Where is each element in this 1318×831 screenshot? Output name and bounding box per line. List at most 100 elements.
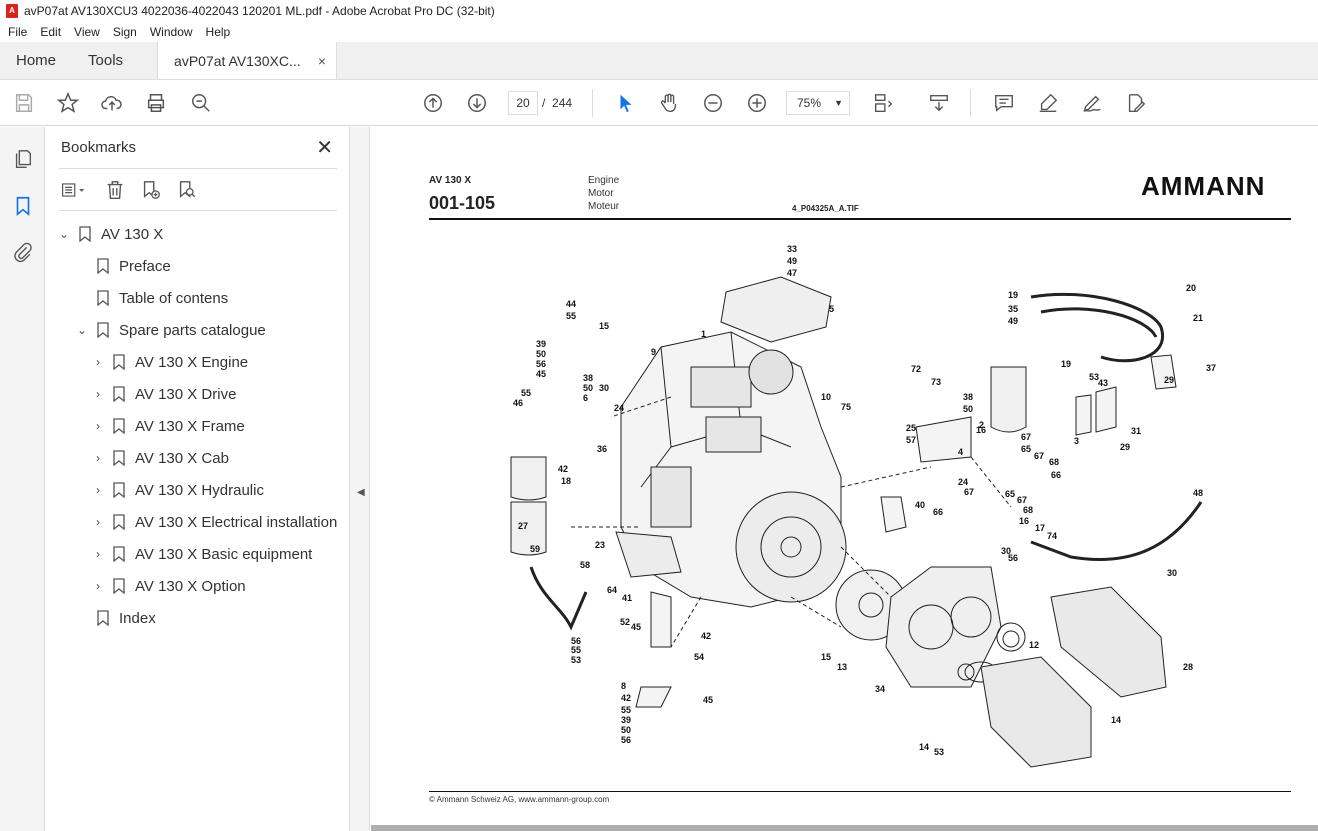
bookmark-label: Preface [119, 257, 171, 275]
menu-window[interactable]: Window [150, 25, 193, 39]
bookmark-item[interactable]: ⌄ AV 130 X [57, 222, 163, 246]
zoom-out-icon[interactable] [701, 91, 725, 115]
bookmark-icon [113, 482, 125, 498]
part-callout: 25 [906, 423, 916, 433]
part-callout: 6 [583, 393, 588, 403]
previous-page-icon[interactable] [421, 91, 445, 115]
find-bookmark-icon[interactable] [174, 178, 200, 202]
print-icon[interactable] [144, 91, 168, 115]
bookmark-label: Index [119, 609, 156, 627]
part-callout: 30 [599, 383, 609, 393]
chevron-right-icon[interactable]: › [91, 355, 105, 369]
part-callout: 38 [583, 373, 593, 383]
zoom-in-icon[interactable] [745, 91, 769, 115]
options-menu-icon[interactable] [60, 178, 86, 202]
new-bookmark-icon[interactable] [138, 178, 164, 202]
comment-icon[interactable] [992, 91, 1016, 115]
bookmark-item[interactable]: › AV 130 X Option [91, 574, 246, 598]
close-icon[interactable]: ✕ [316, 135, 333, 160]
part-callout: 33 [787, 244, 797, 254]
page-number-input[interactable]: 20 [508, 91, 538, 115]
panel-splitter[interactable]: ◀ [350, 127, 370, 831]
search-zoom-icon[interactable] [189, 91, 213, 115]
bookmark-item[interactable]: › AV 130 X Cab [91, 446, 229, 470]
hand-tool-icon[interactable] [657, 91, 681, 115]
navigation-rail [0, 127, 45, 831]
part-callout: 67 [1017, 495, 1027, 505]
pdf-page: AV 130 X 001-105 Engine Motor Moteur 4_P… [371, 127, 1318, 825]
star-icon[interactable] [56, 91, 80, 115]
part-callout: 10 [821, 392, 831, 402]
upload-cloud-icon[interactable] [100, 91, 124, 115]
chevron-right-icon[interactable]: › [91, 451, 105, 465]
scroll-mode-icon[interactable] [927, 91, 951, 115]
chevron-right-icon[interactable]: › [91, 547, 105, 561]
bookmark-item[interactable]: Table of contens [75, 286, 228, 310]
part-callout: 14 [919, 742, 929, 752]
menu-sign[interactable]: Sign [113, 25, 137, 39]
divider [59, 210, 337, 211]
tab-home[interactable]: Home [0, 42, 72, 79]
part-callout: 67 [964, 487, 974, 497]
page-layout-icon[interactable] [871, 91, 895, 115]
chevron-down-icon: ▼ [834, 98, 843, 108]
bookmarks-panel: Bookmarks ✕ ⌄ AV 130 X Preface Table of con… [45, 127, 350, 831]
bookmark-item[interactable]: › AV 130 X Drive [91, 382, 236, 406]
part-callout: 39 [621, 715, 631, 725]
bookmark-item[interactable]: › AV 130 X Engine [91, 350, 248, 374]
draw-sign-icon[interactable] [1080, 91, 1104, 115]
main-toolbar [0, 80, 1318, 126]
part-callout: 34 [875, 684, 885, 694]
bookmark-item[interactable]: › AV 130 X Basic equipment [91, 542, 312, 566]
part-callout: 50 [583, 383, 593, 393]
zoom-select[interactable]: 75% ▼ [786, 91, 850, 115]
bookmark-item[interactable]: ⌄ Spare parts catalogue [75, 318, 266, 342]
part-callout: 74 [1047, 531, 1057, 541]
bookmark-item[interactable]: › AV 130 X Electrical installation [91, 510, 337, 534]
next-page-icon[interactable] [465, 91, 489, 115]
tab-document[interactable]: avP07at AV130XC... × [157, 42, 338, 79]
part-callout: 29 [1120, 442, 1130, 452]
chevron-right-icon[interactable]: › [91, 483, 105, 497]
part-callout: 27 [518, 521, 528, 531]
part-callout: 48 [1193, 488, 1203, 498]
menu-edit[interactable]: Edit [40, 25, 61, 39]
chevron-down-icon[interactable]: ⌄ [75, 323, 89, 337]
select-cursor-icon[interactable] [614, 91, 638, 115]
chevron-down-icon[interactable]: ⌄ [57, 227, 71, 241]
part-callout: 42 [701, 631, 711, 641]
part-callout: 16 [1019, 516, 1029, 526]
delete-bookmark-icon[interactable] [102, 178, 128, 202]
menu-help[interactable]: Help [206, 25, 231, 39]
bookmark-label: AV 130 X Basic equipment [135, 545, 313, 563]
chevron-right-icon[interactable]: › [91, 419, 105, 433]
collapse-arrow-icon[interactable]: ◀ [357, 487, 365, 498]
bookmark-item[interactable]: Preface [75, 254, 171, 278]
part-callout: 21 [1193, 313, 1203, 323]
chevron-right-icon[interactable]: › [91, 387, 105, 401]
fill-sign-icon[interactable] [1124, 91, 1148, 115]
page-count: / 244 [542, 96, 572, 110]
bookmark-item[interactable]: Index [75, 606, 156, 630]
save-icon[interactable] [12, 91, 36, 115]
menu-file[interactable]: File [8, 25, 27, 39]
highlight-pen-icon[interactable] [1036, 91, 1060, 115]
document-viewer[interactable]: AV 130 X 001-105 Engine Motor Moteur 4_P… [371, 127, 1318, 831]
chevron-right-icon[interactable]: › [91, 579, 105, 593]
bookmark-item[interactable]: › AV 130 X Hydraulic [91, 478, 264, 502]
tab-close-button[interactable]: × [318, 53, 326, 69]
part-callout: 19 [1008, 290, 1018, 300]
title-bar: A avP07at AV130XCU3 4022036-4022043 1202… [0, 0, 1318, 22]
part-callout: 50 [536, 349, 546, 359]
footer-rule [429, 791, 1291, 792]
page-thumbnails-icon[interactable] [11, 147, 35, 171]
chevron-right-icon[interactable]: › [91, 515, 105, 529]
part-callout: 50 [963, 404, 973, 414]
part-callout: 44 [566, 299, 576, 309]
attachment-icon[interactable] [11, 240, 35, 264]
tab-tools[interactable]: Tools [72, 42, 139, 79]
bookmarks-icon[interactable] [11, 194, 35, 218]
part-callout: 67 [1021, 432, 1031, 442]
menu-view[interactable]: View [74, 25, 100, 39]
bookmark-item[interactable]: › AV 130 X Frame [91, 414, 245, 438]
